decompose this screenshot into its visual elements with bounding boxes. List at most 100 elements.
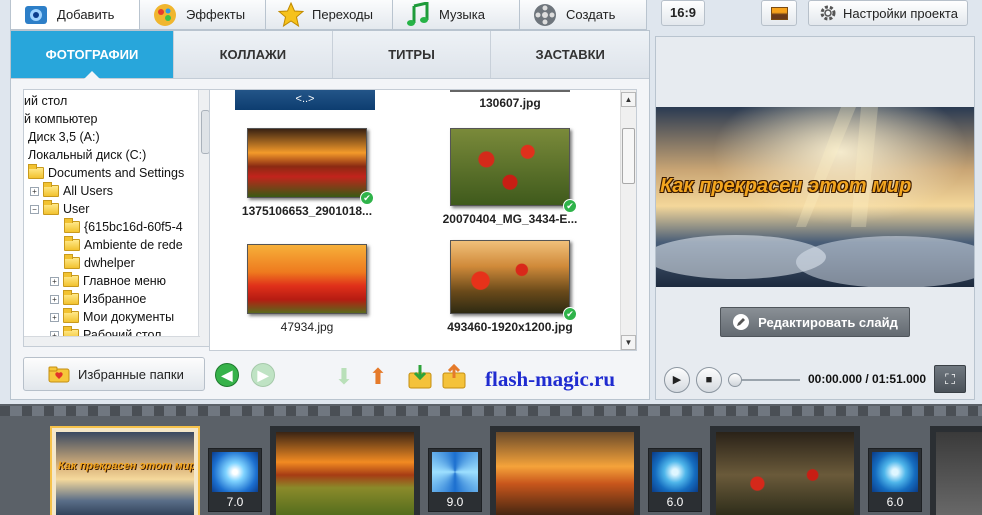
thumbnail-image: ✔ <box>450 240 577 321</box>
thumb-item[interactable]: ✔ 493460-1920x1200.jpg <box>415 240 605 334</box>
thumb-up-folder[interactable]: <..> <box>210 90 400 110</box>
time-readout: 00:00.000 / 01:51.000 <box>808 372 927 386</box>
timeline-knob[interactable] <box>728 373 742 387</box>
tree-item-drive-c[interactable]: Локальный диск (C:) <box>24 146 212 164</box>
expand-icon[interactable]: + <box>50 294 59 304</box>
tab-transitions[interactable]: Переходы <box>265 0 393 30</box>
tree-item-main-menu[interactable]: + Главное меню <box>24 272 212 290</box>
transition-thumb[interactable]: 6.0 <box>868 448 922 512</box>
expand-icon[interactable]: + <box>50 276 59 286</box>
add-all-folder-icon[interactable] <box>441 363 467 390</box>
tree-item-drive-a[interactable]: Диск 3,5 (A:) <box>24 128 212 146</box>
tab-music[interactable]: Музыка <box>392 0 520 30</box>
thumbs-vertical-scrollbar[interactable]: ▲ ▼ <box>620 90 636 350</box>
right-toolbar: 16:9 Настройки проекта <box>655 0 975 30</box>
add-icon <box>23 2 49 28</box>
slide-image <box>716 432 854 515</box>
stop-icon[interactable]: ■ <box>696 367 722 393</box>
tab-add[interactable]: Добавить <box>10 0 140 30</box>
favorite-folders-button[interactable]: Избранные папки <box>23 357 205 391</box>
aspect-ratio-button[interactable]: 16:9 <box>661 0 705 26</box>
tree-item-all-users[interactable]: + All Users <box>24 182 212 200</box>
photo-thumbnails: <..> 130607.jpg ✔ 1375106653_2901018... … <box>209 89 637 351</box>
pencil-icon <box>733 314 750 330</box>
thumb-130607[interactable]: 130607.jpg <box>415 90 605 110</box>
tree-item-ambiente[interactable]: Ambiente de rede <box>24 236 212 254</box>
slide-thumb[interactable] <box>930 426 982 515</box>
background-image-button[interactable] <box>761 0 797 26</box>
tab-effects[interactable]: Эффекты <box>139 0 266 30</box>
image-icon <box>771 7 788 20</box>
tree-horizontal-scrollbar[interactable] <box>24 336 200 346</box>
tree-item-my-documents[interactable]: + Мои документы <box>24 308 212 326</box>
playback-controls: ▶ ■ 00:00.000 / 01:51.000 ⛶ <box>656 359 974 399</box>
watermark-text: flash-magic.ru <box>485 367 616 391</box>
project-settings-button[interactable]: Настройки проекта <box>808 0 968 26</box>
move-down-icon[interactable]: ⬇ <box>331 364 357 390</box>
tree-item-my-computer[interactable]: й компьютер <box>24 110 212 128</box>
fullscreen-icon[interactable]: ⛶ <box>934 365 966 393</box>
tab-add-label: Добавить <box>57 7 115 22</box>
effects-icon <box>152 2 178 28</box>
tab-photos[interactable]: ФОТОГРАФИИ <box>11 31 174 79</box>
tab-intros[interactable]: ЗАСТАВКИ <box>491 31 649 78</box>
scroll-thumb[interactable] <box>622 128 635 184</box>
folder-icon <box>28 164 44 179</box>
thumb-item[interactable]: 47934.jpg <box>212 244 402 334</box>
playback-timeline[interactable] <box>728 373 800 387</box>
tab-collages[interactable]: КОЛЛАЖИ <box>174 31 333 78</box>
forward-arrow-icon[interactable]: ▶ <box>251 363 275 387</box>
transition-icon <box>432 452 478 492</box>
folder-icon <box>43 200 59 215</box>
favorite-folders-label: Избранные папки <box>78 366 184 382</box>
tab-create[interactable]: Создать <box>519 0 647 30</box>
slide-preview: Как прекрасен этот мир <box>656 107 974 287</box>
transition-duration: 9.0 <box>446 495 464 509</box>
slide-thumb[interactable]: Как прекрасен этот мир <box>50 426 200 515</box>
play-icon[interactable]: ▶ <box>664 367 690 393</box>
tree-item-favorites[interactable]: + Избранное <box>24 290 212 308</box>
slide-thumb[interactable] <box>710 426 860 515</box>
folder-tree[interactable]: ий стол й компьютер Диск 3,5 (A:) Локаль… <box>23 89 213 347</box>
tree-item-desktop[interactable]: ий стол <box>24 92 212 110</box>
edit-slide-button[interactable]: Редактировать слайд <box>720 307 910 337</box>
transition-thumb[interactable]: 6.0 <box>648 448 702 512</box>
tree-item-guid[interactable]: {615bc16d-60f5-4 <box>24 218 212 236</box>
thumbnail-image: ✔ <box>450 128 577 213</box>
star-icon <box>277 1 305 28</box>
folder-icon <box>43 182 59 197</box>
slide-thumb[interactable] <box>270 426 420 515</box>
thumb-item[interactable]: ✔ 1375106653_2901018... <box>212 128 402 218</box>
expand-icon[interactable]: + <box>50 312 59 322</box>
thumb-item[interactable]: ✔ 20070404_MG_3434-E... <box>415 128 605 226</box>
music-note-icon <box>405 0 431 28</box>
transition-duration: 6.0 <box>886 495 904 509</box>
tree-item-documents-settings[interactable]: Documents and Settings <box>24 164 212 182</box>
tree-item-user[interactable]: − User <box>24 200 212 218</box>
collapse-icon[interactable]: − <box>30 204 39 214</box>
back-arrow-icon[interactable]: ◀ <box>215 363 239 387</box>
expand-icon[interactable]: + <box>30 186 39 196</box>
transition-thumb[interactable]: 9.0 <box>428 448 482 512</box>
thumbnail-image: ✔ <box>247 128 374 205</box>
scroll-down-icon[interactable]: ▼ <box>621 335 636 350</box>
media-browser-panel: ФОТОГРАФИИ КОЛЛАЖИ ТИТРЫ ЗАСТАВКИ ий сто… <box>10 30 650 400</box>
project-settings-label: Настройки проекта <box>843 5 958 21</box>
slide-thumb[interactable] <box>490 426 640 515</box>
folder-icon <box>64 236 80 251</box>
tab-transitions-label: Переходы <box>312 7 373 22</box>
transition-thumb[interactable]: 7.0 <box>208 448 262 512</box>
thumbnail-image <box>247 244 367 314</box>
move-up-icon[interactable]: ⬆ <box>365 364 391 390</box>
sub-tabs: ФОТОГРАФИИ КОЛЛАЖИ ТИТРЫ ЗАСТАВКИ <box>11 31 649 79</box>
add-folder-icon[interactable] <box>407 364 433 390</box>
tab-effects-label: Эффекты <box>186 7 246 22</box>
scroll-up-icon[interactable]: ▲ <box>621 92 636 107</box>
check-icon: ✔ <box>360 191 374 205</box>
check-icon: ✔ <box>563 199 577 213</box>
film-reel-icon <box>532 2 558 28</box>
tree-item-dwhelper[interactable]: dwhelper <box>24 254 212 272</box>
tab-titles[interactable]: ТИТРЫ <box>333 31 492 78</box>
up-folder-tile: <..> <box>235 90 375 110</box>
check-icon: ✔ <box>563 307 577 321</box>
